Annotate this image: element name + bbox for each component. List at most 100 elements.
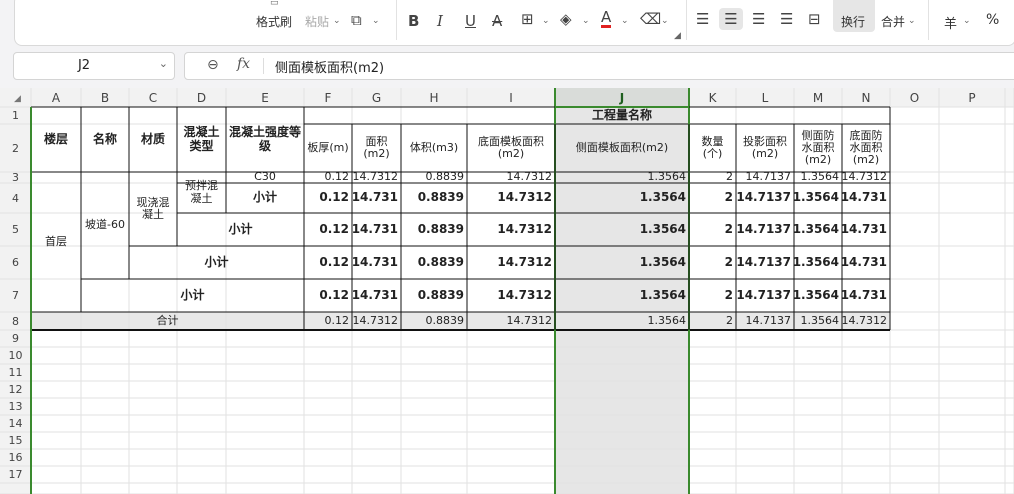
header-k[interactable]: 数量(个) bbox=[689, 124, 736, 172]
total-h[interactable]: 0.8839 bbox=[401, 312, 467, 330]
row-header-13[interactable]: 13 bbox=[0, 398, 31, 415]
spreadsheet-grid[interactable]: ◢ A B C D E F G H I J K L M N O P 1 2 3 4 5 6 7 8 9 10 11 12 13 14 15 1… bbox=[0, 88, 1014, 494]
subtotal-k[interactable]: 2 bbox=[689, 213, 736, 246]
row-header-8[interactable]: 8 bbox=[0, 312, 31, 330]
subtotal-j[interactable]: 1.3564 bbox=[555, 279, 689, 312]
column-header-k[interactable]: K bbox=[689, 88, 736, 107]
justify-icon[interactable]: ☰ bbox=[780, 10, 793, 28]
header-f[interactable]: 板厚(m) bbox=[304, 124, 352, 172]
total-j[interactable]: 1.3564 bbox=[555, 312, 689, 330]
cell-subtotal[interactable]: 小计 bbox=[81, 279, 304, 312]
subtotal-m[interactable]: 1.3564 bbox=[794, 213, 842, 246]
chevron-down-icon[interactable]: ⌄ bbox=[542, 16, 550, 26]
paste-button[interactable]: 粘贴 bbox=[305, 13, 329, 30]
detail-h[interactable]: 0.8839 bbox=[401, 172, 467, 183]
cell-concrete-type[interactable]: 预拌混凝土 bbox=[177, 172, 226, 213]
detail-g[interactable]: 14.7312 bbox=[352, 172, 401, 183]
font-color-button[interactable]: A bbox=[601, 10, 612, 28]
header-floor[interactable]: 楼层 bbox=[31, 107, 81, 172]
row-header-16[interactable]: 16 bbox=[0, 449, 31, 466]
column-header-d[interactable]: D bbox=[177, 88, 226, 107]
paste-special-icon[interactable]: ⧉ bbox=[351, 11, 362, 29]
subtotal-h[interactable]: 0.8839 bbox=[401, 246, 467, 279]
subtotal-n[interactable]: 14.731 bbox=[842, 183, 890, 213]
detail-n[interactable]: 14.7312 bbox=[842, 172, 890, 183]
row-header-4[interactable]: 4 bbox=[0, 183, 31, 213]
subtotal-f[interactable]: 0.12 bbox=[304, 213, 352, 246]
subtotal-j[interactable]: 1.3564 bbox=[555, 213, 689, 246]
chevron-down-icon[interactable]: ⌄ bbox=[963, 16, 971, 26]
header-n[interactable]: 底面防水面积(m2) bbox=[842, 124, 890, 172]
subtotal-i[interactable]: 14.7312 bbox=[467, 246, 555, 279]
function-icon[interactable]: fx bbox=[237, 56, 250, 72]
header-i[interactable]: 底面模板面积(m2) bbox=[467, 124, 555, 172]
row-header-1[interactable]: 1 bbox=[0, 107, 31, 124]
cell-subtotal[interactable]: 小计 bbox=[226, 183, 304, 213]
row-header-17[interactable]: 17 bbox=[0, 466, 31, 483]
column-header-i[interactable]: I bbox=[467, 88, 555, 107]
subtotal-g[interactable]: 14.731 bbox=[352, 213, 401, 246]
column-header-m[interactable]: M bbox=[794, 88, 842, 107]
header-m[interactable]: 侧面防水面积(m2) bbox=[794, 124, 842, 172]
subtotal-k[interactable]: 2 bbox=[689, 279, 736, 312]
total-i[interactable]: 14.7312 bbox=[467, 312, 555, 330]
subtotal-m[interactable]: 1.3564 bbox=[794, 279, 842, 312]
detail-l[interactable]: 14.7137 bbox=[736, 172, 794, 183]
total-l[interactable]: 14.7137 bbox=[736, 312, 794, 330]
total-m[interactable]: 1.3564 bbox=[794, 312, 842, 330]
chevron-down-icon[interactable]: ⌄ bbox=[582, 16, 590, 26]
cell-floor[interactable]: 首层 bbox=[31, 172, 81, 312]
percent-button[interactable]: % bbox=[986, 12, 999, 28]
detail-i[interactable]: 14.7312 bbox=[467, 172, 555, 183]
subtotal-j[interactable]: 1.3564 bbox=[555, 246, 689, 279]
header-j[interactable]: 侧面模板面积(m2) bbox=[555, 124, 689, 172]
row-header-15[interactable]: 15 bbox=[0, 432, 31, 449]
underline-button[interactable]: U bbox=[465, 12, 476, 30]
cell-total[interactable]: 合计 bbox=[31, 312, 304, 330]
row-header-3[interactable]: 3 bbox=[0, 171, 31, 184]
chevron-down-icon[interactable]: ⌄ bbox=[159, 57, 168, 70]
column-header-h[interactable]: H bbox=[401, 88, 467, 107]
row-header-9[interactable]: 9 bbox=[0, 330, 31, 347]
zoom-icon[interactable]: ⊖ bbox=[207, 57, 219, 73]
wrap-text-button[interactable]: 换行 bbox=[841, 13, 865, 30]
header-group-title[interactable]: 工程量名称 bbox=[555, 107, 689, 124]
cell-grade[interactable]: C30 bbox=[226, 172, 304, 183]
column-header-p[interactable]: P bbox=[939, 88, 1005, 107]
column-header-l[interactable]: L bbox=[736, 88, 794, 107]
subtotal-g[interactable]: 14.731 bbox=[352, 246, 401, 279]
header-name[interactable]: 名称 bbox=[81, 107, 129, 172]
column-header-c[interactable]: C bbox=[129, 88, 177, 107]
chevron-down-icon[interactable]: ⌄ bbox=[908, 16, 916, 26]
row-header-12[interactable]: 12 bbox=[0, 381, 31, 398]
column-header-n[interactable]: N bbox=[842, 88, 890, 107]
subtotal-h[interactable]: 0.8839 bbox=[401, 183, 467, 213]
total-k[interactable]: 2 bbox=[689, 312, 736, 330]
cell-subtotal[interactable]: 小计 bbox=[129, 246, 304, 279]
subtotal-k[interactable]: 2 bbox=[689, 246, 736, 279]
cell-name[interactable]: 坡道-60 bbox=[81, 172, 129, 279]
header-grade[interactable]: 混凝土强度等级 bbox=[226, 107, 304, 172]
dialog-launcher-icon[interactable]: ◢ bbox=[674, 31, 681, 41]
total-g[interactable]: 14.7312 bbox=[352, 312, 401, 330]
align-left-icon[interactable]: ☰ bbox=[696, 10, 709, 28]
column-header-g[interactable]: G bbox=[352, 88, 401, 107]
bold-button[interactable]: B bbox=[408, 12, 419, 30]
cell-material[interactable]: 现浇混凝土 bbox=[129, 172, 177, 246]
detail-j[interactable]: 1.3564 bbox=[555, 172, 689, 183]
chevron-down-icon[interactable]: ⌄ bbox=[372, 16, 380, 26]
row-header-14[interactable]: 14 bbox=[0, 415, 31, 432]
subtotal-m[interactable]: 1.3564 bbox=[794, 246, 842, 279]
fill-color-icon[interactable]: ◈ bbox=[560, 10, 572, 28]
subtotal-l[interactable]: 14.7137 bbox=[736, 279, 794, 312]
subtotal-g[interactable]: 14.731 bbox=[352, 279, 401, 312]
detail-m[interactable]: 1.3564 bbox=[794, 172, 842, 183]
column-header-b[interactable]: B bbox=[81, 88, 129, 107]
subtotal-h[interactable]: 0.8839 bbox=[401, 279, 467, 312]
subtotal-h[interactable]: 0.8839 bbox=[401, 213, 467, 246]
strikethrough-button[interactable]: A bbox=[492, 12, 502, 30]
chevron-down-icon[interactable]: ⌄ bbox=[621, 16, 629, 26]
cell-subtotal[interactable]: 小计 bbox=[177, 213, 304, 246]
total-f[interactable]: 0.12 bbox=[304, 312, 352, 330]
subtotal-i[interactable]: 14.7312 bbox=[467, 183, 555, 213]
